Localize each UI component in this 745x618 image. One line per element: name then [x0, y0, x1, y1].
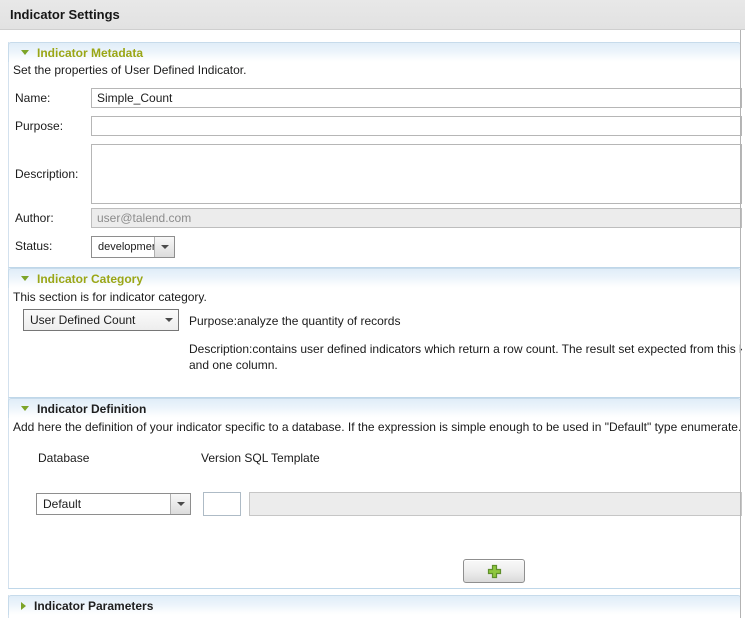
- author-label: Author:: [15, 208, 54, 228]
- sql-template-field: [249, 492, 742, 516]
- status-label: Status:: [15, 236, 52, 256]
- collapse-twistie-icon: [21, 276, 29, 281]
- database-value: Default: [37, 494, 170, 514]
- section-header-definition[interactable]: Indicator Definition: [8, 398, 741, 418]
- author-input: [91, 208, 742, 228]
- collapse-twistie-icon: [21, 406, 29, 411]
- database-select[interactable]: Default: [36, 493, 191, 515]
- name-label: Name:: [15, 88, 50, 108]
- purpose-label: Purpose:: [15, 116, 63, 136]
- section-header-category[interactable]: Indicator Category: [8, 268, 741, 288]
- section-indicator-metadata: Indicator Metadata Set the properties of…: [8, 42, 741, 268]
- section-header-parameters[interactable]: Indicator Parameters: [8, 595, 741, 615]
- description-textarea[interactable]: [91, 144, 742, 204]
- category-description-line2: and one column.: [189, 358, 278, 372]
- category-description-line1: Description:contains user defined indica…: [189, 342, 742, 356]
- column-header-database: Database: [38, 451, 89, 465]
- editor-header: Indicator Settings: [0, 0, 745, 30]
- category-select[interactable]: User Defined Count: [23, 309, 179, 331]
- section-title: Indicator Definition: [37, 402, 146, 416]
- status-select[interactable]: development: [91, 236, 175, 258]
- section-description: This section is for indicator category.: [13, 290, 207, 304]
- chevron-down-icon: [170, 494, 190, 514]
- section-indicator-category: Indicator Category This section is for i…: [8, 268, 741, 398]
- section-title: Indicator Parameters: [34, 599, 153, 613]
- collapse-twistie-icon: [21, 50, 29, 55]
- category-purpose-text: Purpose:analyze the quantity of records: [189, 314, 400, 328]
- section-indicator-definition: Indicator Definition Add here the defini…: [8, 398, 741, 589]
- editor-right-border: [740, 30, 741, 618]
- name-input[interactable]: [91, 88, 742, 108]
- section-description: Set the properties of User Defined Indic…: [13, 63, 246, 77]
- purpose-input[interactable]: [91, 116, 742, 136]
- section-indicator-parameters: Indicator Parameters: [8, 595, 741, 618]
- status-value: development: [92, 237, 154, 257]
- section-description: Add here the definition of your indicato…: [13, 420, 742, 434]
- section-header-metadata[interactable]: Indicator Metadata: [8, 42, 741, 62]
- add-definition-button[interactable]: [463, 559, 525, 583]
- indicator-settings-editor: { "page": { "title": "Indicator Settings…: [0, 0, 745, 618]
- add-icon: [487, 564, 502, 579]
- chevron-down-icon: [159, 310, 178, 330]
- column-header-version-sql-template: Version SQL Template: [201, 451, 320, 465]
- section-title: Indicator Metadata: [37, 46, 143, 60]
- version-input[interactable]: [203, 492, 241, 516]
- page-title: Indicator Settings: [10, 0, 120, 29]
- chevron-down-icon: [154, 237, 174, 257]
- expand-twistie-icon: [21, 602, 26, 610]
- category-value: User Defined Count: [24, 310, 159, 330]
- description-label: Description:: [15, 164, 78, 184]
- section-title: Indicator Category: [37, 272, 143, 286]
